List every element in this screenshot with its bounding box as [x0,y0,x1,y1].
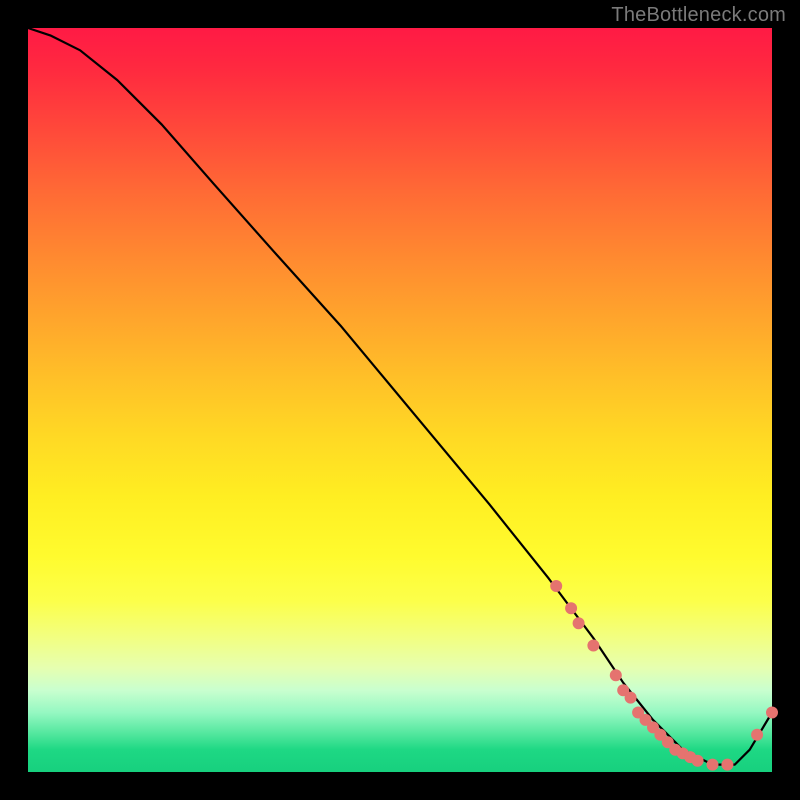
curve-line [28,28,772,765]
marker-dot [625,692,637,704]
chart-frame: TheBottleneck.com [0,0,800,800]
marker-dot [573,617,585,629]
marker-dot [587,640,599,652]
plot-area [28,28,772,772]
marker-dots [550,580,778,771]
marker-dot [766,707,778,719]
watermark-text: TheBottleneck.com [611,4,786,27]
marker-dot [565,602,577,614]
curve-path [28,28,772,765]
marker-dot [721,759,733,771]
marker-dot [707,759,719,771]
marker-dot [550,580,562,592]
marker-dot [692,755,704,767]
marker-dot [751,729,763,741]
marker-dot [610,669,622,681]
chart-svg [28,28,772,772]
